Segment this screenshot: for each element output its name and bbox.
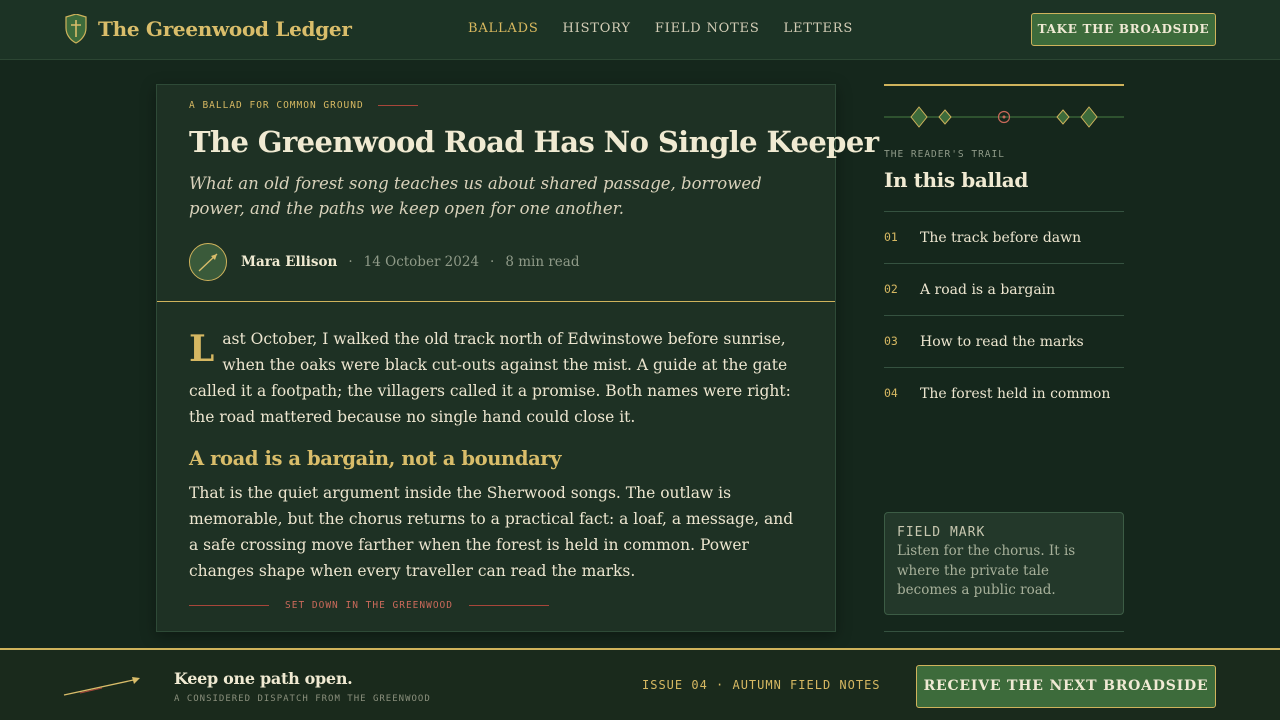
arrow-icon [63,677,140,696]
field-mark-title: FIELD MARK [897,525,986,540]
byline-separator: · [490,254,495,270]
author-avatar [189,243,227,281]
toc-label: A road is a bargain [920,281,1056,298]
footer-title: Keep one path open. [174,669,353,688]
author-name[interactable]: Mara Ellison [241,254,337,270]
toc-number: 01 [884,229,898,244]
receive-broadside-button[interactable]: RECEIVE THE NEXT BROADSIDE [916,665,1216,708]
toc-label: How to read the marks [920,333,1084,350]
publish-date: 14 October 2024 [363,254,480,270]
toc-label: The forest held in common [920,385,1111,402]
nav-ballads[interactable]: BALLADS [468,21,539,36]
take-broadside-button[interactable]: TAKE THE BROADSIDE [1031,13,1216,46]
field-mark-callout: FIELD MARK Listen for the chorus. It is … [884,512,1124,615]
sidebar-top-rule [884,84,1124,86]
toc-label: The track before dawn [920,229,1082,246]
header-divider [157,301,835,302]
article-card: A BALLAD FOR COMMON GROUND The Greenwood… [156,84,879,632]
toc-number: 04 [884,385,898,400]
footer-bar: Keep one path open. A CONSIDERED DISPATC… [0,648,1280,720]
body-paragraph: That is the quiet argument inside the Sh… [189,484,794,580]
nav-letters[interactable]: LETTERS [784,21,854,36]
nav-field-notes[interactable]: FIELD NOTES [655,21,760,36]
field-mark-text: Listen for the chorus. It is where the p… [897,543,1076,598]
sidebar-kicker: THE READER'S TRAIL [884,149,1005,160]
intro-text: ast October, I walked the old track nort… [189,330,791,426]
signoff-text: SET DOWN IN THE GREENWOOD [285,600,453,611]
signoff-rule-right [469,605,549,606]
toc-item[interactable]: 01 The track before dawn [884,211,1124,263]
signoff: SET DOWN IN THE GREENWOOD [189,600,549,611]
sidebar-bottom-rule [884,631,1124,632]
toc-number: 03 [884,333,898,348]
diamond-ornament-icon [884,106,1124,128]
read-time: 8 min read [505,254,580,270]
toc-number: 02 [884,281,898,296]
toc-item[interactable]: 02 A road is a bargain [884,263,1124,315]
toc-item[interactable]: 04 The forest held in common [884,367,1124,419]
sidebar-title: In this ballad [884,168,1028,192]
article-title: The Greenwood Road Has No Single Keeper [189,125,879,159]
intro-paragraph: Last October, I walked the old track nor… [189,326,801,430]
nav-history[interactable]: HISTORY [563,21,631,36]
kicker-rule [377,105,418,106]
site-header: The Greenwood Ledger BALLADS HISTORY FIE… [0,0,1280,60]
article-kicker: A BALLAD FOR COMMON GROUND [189,100,418,111]
toc-item[interactable]: 03 How to read the marks [884,315,1124,367]
sidebar: THE READER'S TRAIL In this ballad 01 The… [884,84,1124,632]
brand-logo-link[interactable]: The Greenwood Ledger [64,14,352,44]
footer-subtitle: A CONSIDERED DISPATCH FROM THE GREENWOOD [174,694,431,704]
shield-cross-icon [65,14,87,44]
kicker-label: A BALLAD FOR COMMON GROUND [189,100,364,111]
brand-name: The Greenwood Ledger [98,17,352,41]
main-nav: BALLADS HISTORY FIELD NOTES LETTERS [468,21,877,36]
arrow-icon [198,253,218,272]
drop-cap: L [189,328,215,370]
table-of-contents: 01 The track before dawn 02 A road is a … [884,211,1124,419]
byline-separator: · [348,254,353,270]
issue-label: ISSUE 04 · AUTUMN FIELD NOTES [642,678,881,692]
section-heading: A road is a bargain, not a boundary [189,447,562,470]
article-dek: What an old forest song teaches us about… [189,174,762,218]
signoff-rule-left [189,605,269,606]
byline: Mara Ellison · 14 October 2024 · 8 min r… [189,243,579,281]
